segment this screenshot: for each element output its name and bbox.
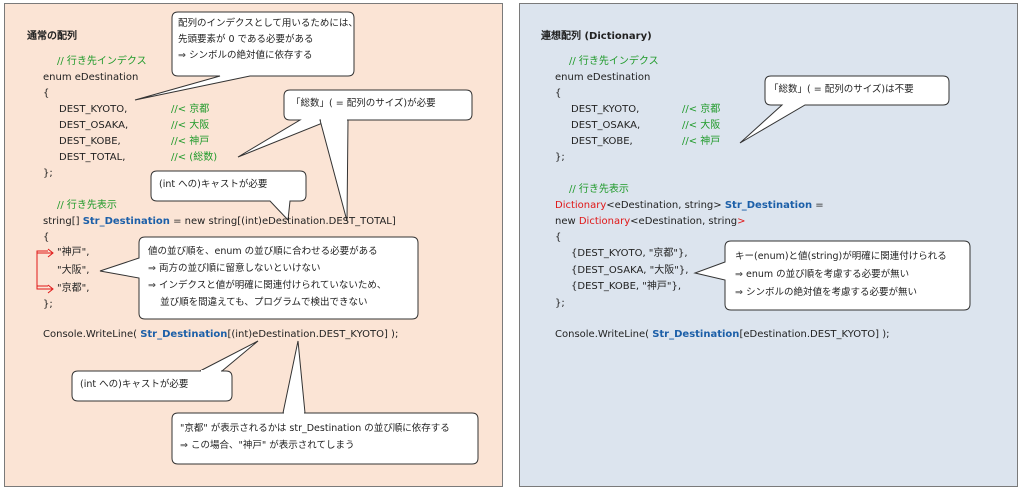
left-code-open-brace-2: { (43, 232, 50, 243)
left-code-value-kobe: "神戸", (57, 247, 90, 258)
swap-arrow-bottom (36, 250, 52, 290)
callout-pointer-total-decl (319, 119, 349, 222)
right-code-enum: enum eDestination (555, 72, 651, 83)
left-code-kyoto-comment: //< 京都 (171, 104, 210, 115)
left-code-close-brace: }; (43, 168, 53, 179)
left-code-value-kyoto: "京都", (57, 283, 90, 294)
right-code-kyoto-comment: //< 京都 (682, 104, 721, 115)
callout-text-zero-index: 配列のインデクスとして用いるためには、 先頭要素が 0 である必要がある ⇒ シンボ… (178, 18, 358, 61)
right-code-declaration-1: Dictionary<eDestination, string> Str_Des… (555, 200, 824, 211)
right-code-comment-index: // 行き先インデクス (569, 56, 659, 67)
right-code-entry-kobe: {DEST_KOBE, "神戸"}, (571, 281, 681, 292)
left-code-kobe: DEST_KOBE, (59, 136, 121, 147)
callout-pointer-cast-writeline (199, 340, 259, 372)
right-code-kyoto: DEST_KYOTO, (571, 104, 640, 115)
left-code-osaka-comment: //< 大阪 (171, 120, 210, 131)
right-code-writeline: Console.WriteLine( Str_Destination[eDest… (555, 329, 890, 340)
left-code-writeline: Console.WriteLine( Str_Destination[(int)… (43, 329, 399, 340)
right-code-entry-osaka: {DEST_OSAKA, "大阪"}, (571, 265, 689, 276)
left-code-value-osaka: "大阪", (57, 265, 90, 276)
left-code-kobe-comment: //< 神戸 (171, 136, 210, 147)
left-code-declaration: string[] Str_Destination = new string[(i… (43, 216, 396, 227)
left-code-comment-display: // 行き先表示 (57, 200, 117, 211)
left-code-enum: enum eDestination (43, 72, 139, 83)
left-code-open-brace: { (43, 88, 50, 99)
left-code-total: DEST_TOTAL, (59, 152, 126, 163)
callout-text-total-needed: 「総数」( = 配列のサイズ)が必要 (291, 98, 436, 109)
left-code-kyoto: DEST_KYOTO, (59, 104, 128, 115)
right-code-open-brace-2: { (555, 232, 562, 243)
callout-text-order: 値の並び順を、enum の並び順に合わせる必要がある ⇒ 両方の並び順に留意しない… (148, 246, 387, 308)
right-code-osaka-comment: //< 大阪 (682, 120, 721, 131)
right-code-comment-display: // 行き先表示 (569, 184, 629, 195)
right-code-close-brace-2: }; (555, 298, 565, 309)
callout-pointer-kyoto-order (282, 340, 306, 414)
right-code-kobe: DEST_KOBE, (571, 136, 633, 147)
callout-text-key-value: キー(enum)と値(string)が明確に関連付けられる ⇒ enum の並び順… (735, 251, 947, 298)
callout-text-total-not-needed: 「総数」( = 配列のサイズ)は不要 (769, 84, 914, 95)
right-code-close-brace: }; (555, 152, 565, 163)
left-code-comment-index: // 行き先インデクス (57, 56, 147, 67)
swap-arrow-top (36, 252, 52, 287)
callout-text-kyoto-order: "京都" が表示されるかは str_Destination の並び順に依存する ⇒… (180, 423, 450, 451)
right-code-declaration-2: new Dictionary<eDestination, string> (555, 216, 746, 227)
left-code-close-brace-2: }; (43, 299, 53, 310)
right-code-osaka: DEST_OSAKA, (571, 120, 641, 131)
right-code-kobe-comment: //< 神戸 (682, 136, 721, 147)
left-code-osaka: DEST_OSAKA, (59, 120, 129, 131)
callout-text-cast-writeline: (int への)キャストが必要 (80, 379, 189, 390)
right-code-open-brace: { (555, 88, 562, 99)
right-code-entry-kyoto: {DEST_KYOTO, "京都"}, (571, 248, 688, 259)
callout-text-cast-decl: (int への)キャストが必要 (159, 179, 268, 190)
left-code-total-comment: //< (総数) (171, 152, 218, 163)
